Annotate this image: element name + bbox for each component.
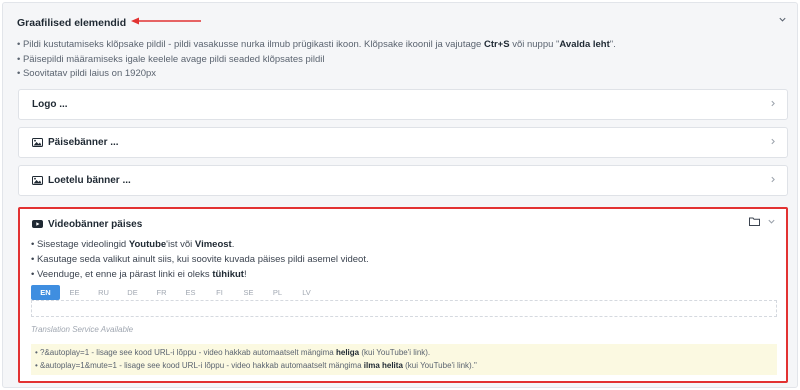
graphic-elements-panel: Graafilised elemendid • Pildi kustutamis… bbox=[2, 2, 798, 388]
lang-tab-lv[interactable]: LV bbox=[292, 285, 321, 300]
card-label: Logo ... bbox=[32, 99, 68, 110]
video-link-input[interactable] bbox=[31, 300, 777, 317]
logo-card[interactable]: Logo ... bbox=[18, 89, 788, 120]
lang-tab-ru[interactable]: RU bbox=[89, 285, 118, 300]
header-banner-card[interactable]: Päisebänner ... bbox=[18, 127, 788, 158]
lang-tab-fr[interactable]: FR bbox=[147, 285, 176, 300]
video-banner-card: Videobänner päises • Sisestage videoling… bbox=[18, 207, 788, 383]
hint-line: • ?&autoplay=1 - lisage see kood URL-i l… bbox=[35, 348, 431, 357]
hint-line: • &autoplay=1&mute=1 - lisage see kood U… bbox=[35, 360, 477, 370]
note-line: • Veenduge, et enne ja pärast linki ei o… bbox=[31, 269, 247, 280]
card-label: Loetelu bänner ... bbox=[48, 175, 131, 186]
card-label: Päisebänner ... bbox=[48, 137, 119, 148]
video-banner-header[interactable]: Videobänner päises bbox=[32, 217, 142, 231]
note-line: • Sisestage videolingid Youtube'ist või … bbox=[31, 239, 235, 250]
note-line: • Kasutage seda valikut ainult siis, kui… bbox=[31, 254, 369, 265]
annotation-arrow bbox=[131, 17, 201, 25]
chevron-right-icon bbox=[769, 137, 777, 149]
lang-tab-fi[interactable]: FI bbox=[205, 285, 234, 300]
list-banner-card[interactable]: Loetelu bänner ... bbox=[18, 165, 788, 196]
panel-notes: • Pildi kustutamiseks klõpsake pildil - … bbox=[17, 38, 783, 82]
language-tabs: EN EE RU DE FR ES FI SE PL LV bbox=[31, 285, 321, 300]
lang-tab-ee[interactable]: EE bbox=[60, 285, 89, 300]
folder-icon[interactable] bbox=[749, 217, 760, 229]
autoplay-hint-box: • ?&autoplay=1 - lisage see kood URL-i l… bbox=[31, 344, 777, 375]
lang-tab-en[interactable]: EN bbox=[31, 285, 60, 300]
lang-tab-es[interactable]: ES bbox=[176, 285, 205, 300]
chevron-right-icon bbox=[769, 99, 777, 111]
chevron-down-icon[interactable] bbox=[767, 217, 776, 229]
note-line: • Pildi kustutamiseks klõpsake pildil - … bbox=[17, 39, 616, 50]
panel-collapse-chevron-icon[interactable] bbox=[778, 15, 787, 27]
note-line: • Päisepildi määramiseks igale keelele a… bbox=[17, 53, 325, 65]
video-banner-title: Videobänner päises bbox=[48, 218, 143, 230]
lang-tab-de[interactable]: DE bbox=[118, 285, 147, 300]
lang-tab-se[interactable]: SE bbox=[234, 285, 263, 300]
image-icon bbox=[32, 176, 43, 185]
youtube-icon bbox=[32, 220, 43, 228]
translation-service-text: Translation Service Available bbox=[31, 325, 134, 334]
note-line: • Soovitatav pildi laius on 1920px bbox=[17, 68, 157, 79]
image-icon bbox=[32, 138, 43, 147]
lang-tab-pl[interactable]: PL bbox=[263, 285, 292, 300]
chevron-right-icon bbox=[769, 175, 777, 187]
video-notes: • Sisestage videolingid Youtube'ist või … bbox=[31, 237, 776, 282]
panel-title: Graafilised elemendid bbox=[17, 17, 127, 29]
